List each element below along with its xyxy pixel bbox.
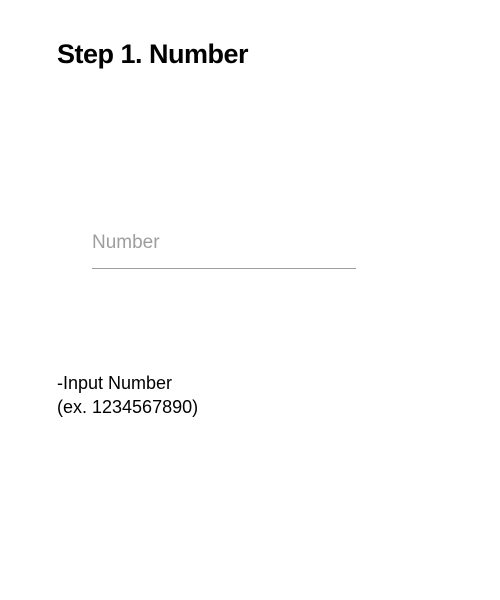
instructions-text: -Input Number (ex. 1234567890): [57, 371, 198, 419]
number-field[interactable]: [92, 224, 356, 269]
page-title: Step 1. Number: [57, 39, 249, 69]
number-input[interactable]: [92, 224, 356, 268]
example-line: (ex. 1234567890): [57, 397, 199, 417]
instruction-line: -Input Number: [57, 373, 173, 393]
